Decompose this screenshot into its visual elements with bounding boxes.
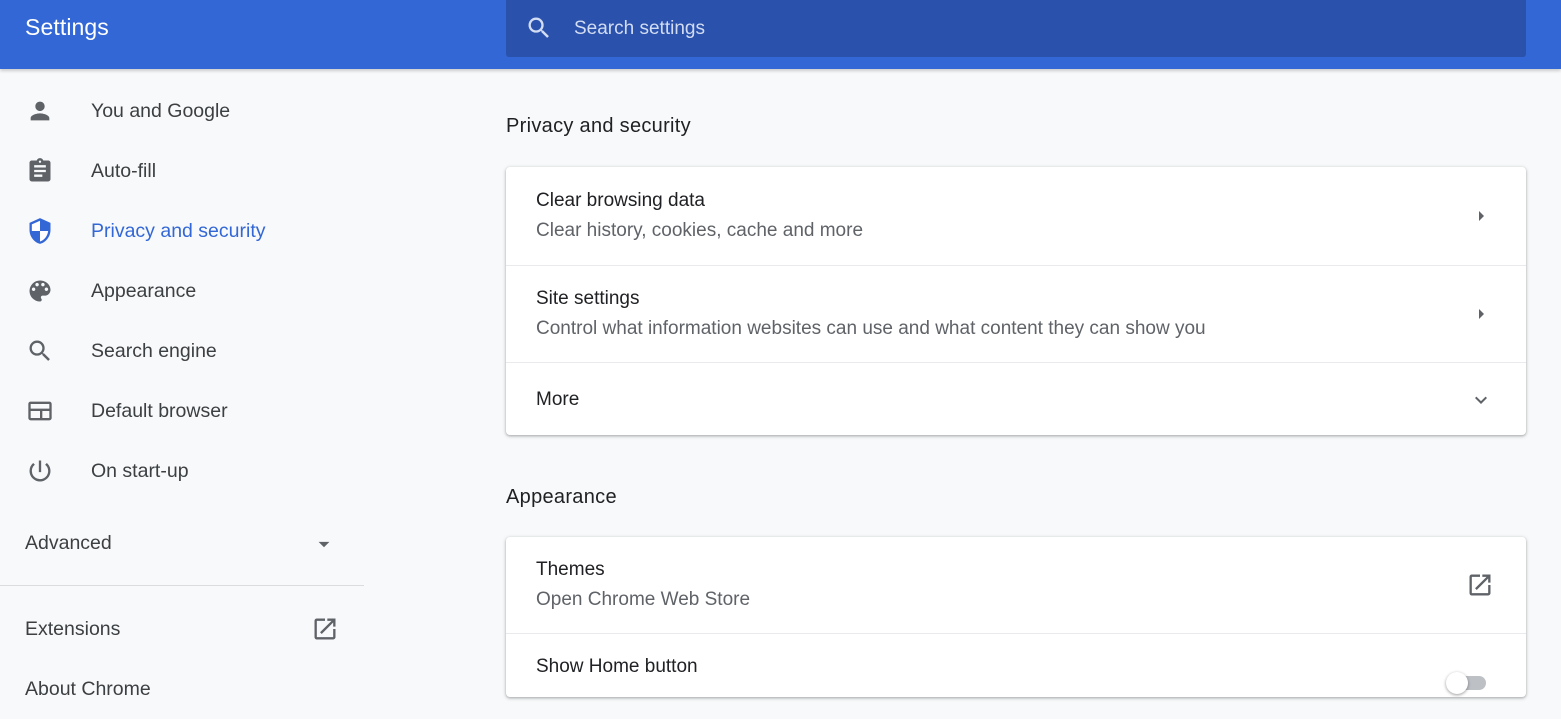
show-home-button-row[interactable]: Show Home button [506, 633, 1526, 697]
sidebar-item-label: Search engine [91, 340, 217, 362]
sidebar-divider [0, 585, 364, 586]
site-settings-row[interactable]: Site settings Control what information w… [506, 265, 1526, 362]
more-row[interactable]: More [506, 362, 1526, 435]
page-title: Settings [25, 14, 109, 40]
row-title: Show Home button [536, 656, 698, 677]
sidebar-item-label: Auto-fill [91, 160, 157, 182]
sidebar-advanced-toggle[interactable]: Advanced [0, 513, 364, 573]
arrow-right-icon [1479, 211, 1484, 221]
search-input[interactable] [574, 0, 1494, 57]
toggle-knob [1446, 672, 1468, 694]
sidebar-item-label: Default browser [91, 400, 228, 422]
toolbar: Settings [0, 0, 1561, 69]
open-in-new-icon [1469, 574, 1491, 596]
sidebar-item-label: Privacy and security [91, 220, 266, 242]
browser-icon [28, 401, 52, 421]
row-title: Clear browsing data [536, 190, 705, 211]
sidebar-item-search-engine[interactable]: Search engine [0, 321, 364, 381]
search-box[interactable] [506, 0, 1526, 57]
clear-browsing-data-row[interactable]: Clear browsing data Clear history, cooki… [506, 167, 1526, 265]
arrow-right-icon [1479, 309, 1484, 319]
sidebar-item-on-start-up[interactable]: On start-up [0, 441, 364, 501]
power-icon [29, 460, 51, 482]
appearance-card: Themes Open Chrome Web Store Show Home b… [506, 537, 1526, 697]
sidebar-item-you-and-google[interactable]: You and Google [0, 81, 364, 141]
sidebar-item-privacy-and-security[interactable]: Privacy and security [0, 201, 364, 261]
sidebar-item-appearance[interactable]: Appearance [0, 261, 364, 321]
sidebar-item-default-browser[interactable]: Default browser [0, 381, 364, 441]
sidebar-about-label: About Chrome [25, 678, 151, 700]
row-title: Site settings [536, 288, 640, 309]
clipboard-icon [29, 158, 51, 182]
sidebar-item-extensions[interactable]: Extensions [0, 599, 364, 659]
sidebar-item-about-chrome[interactable]: About Chrome [0, 659, 364, 719]
sidebar-item-label: You and Google [91, 100, 231, 122]
search-icon[interactable] [525, 14, 553, 42]
person-icon [30, 101, 50, 121]
sidebar-extensions-label: Extensions [25, 618, 121, 640]
sidebar-item-label: Appearance [91, 280, 197, 302]
privacy-card: Clear browsing data Clear history, cooki… [506, 167, 1526, 435]
chevron-down-icon [1475, 396, 1487, 404]
sidebar-item-auto-fill[interactable]: Auto-fill [0, 141, 364, 201]
sidebar: You and Google Auto-fill Privacy and sec… [0, 81, 364, 700]
shield-icon [29, 218, 51, 244]
sidebar-item-label: On start-up [91, 460, 189, 482]
palette-icon [29, 280, 51, 302]
row-title: More [536, 389, 580, 410]
row-subtitle: Control what information websites can us… [536, 318, 1206, 339]
row-subtitle: Open Chrome Web Store [536, 589, 751, 610]
section-heading-privacy: Privacy and security [506, 115, 691, 137]
section-heading-appearance: Appearance [506, 486, 617, 508]
search-icon [29, 340, 50, 361]
row-subtitle: Clear history, cookies, cache and more [536, 220, 864, 241]
show-home-button-toggle[interactable] [1446, 672, 1488, 694]
themes-row[interactable]: Themes Open Chrome Web Store [506, 537, 1526, 633]
open-in-new-icon [314, 618, 336, 640]
row-title: Themes [536, 559, 605, 580]
sidebar-advanced-label: Advanced [25, 532, 112, 554]
arrow-drop-down-icon [318, 541, 330, 548]
